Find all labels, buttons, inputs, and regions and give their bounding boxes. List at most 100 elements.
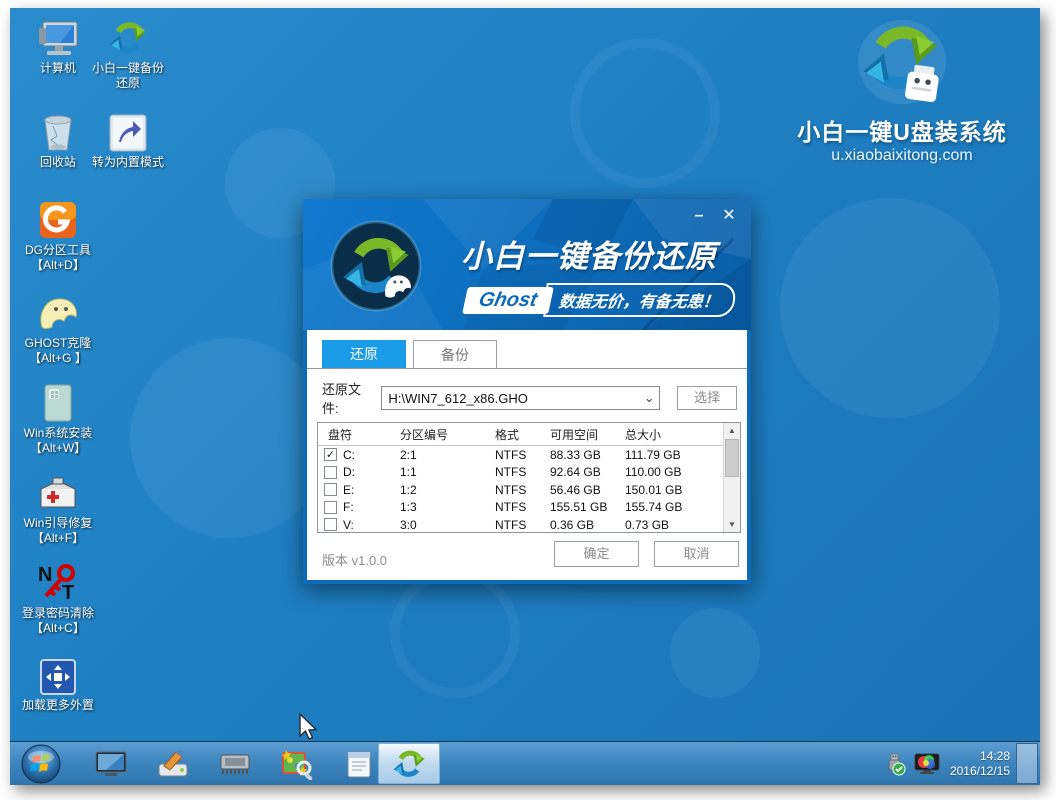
disk-cleanup-icon: [156, 748, 190, 780]
dialog-slogan: 数据无价，有备无患！: [543, 283, 737, 317]
cell-format: NTFS: [495, 500, 550, 514]
cell-format: NTFS: [495, 483, 550, 497]
column-header[interactable]: 可用空间: [550, 426, 625, 443]
taskbar-notepad-tool[interactable]: [334, 742, 384, 785]
checkbox-unchecked[interactable]: [324, 518, 337, 531]
scroll-up-icon[interactable]: ▲: [724, 423, 740, 438]
table-row[interactable]: E: 1:2NTFS56.46 GB150.01 GB: [318, 481, 723, 499]
partition-table: 盘符分区编号格式可用空间总大小 ✓C:2:1NTFS88.33 GB111.79…: [317, 422, 741, 533]
cancel-button[interactable]: 取消: [654, 541, 739, 567]
taskbar-display-tool[interactable]: [86, 742, 136, 785]
clock-time: 14:28: [950, 749, 1010, 764]
brand-url: u.xiaobaixitong.com: [792, 147, 1012, 165]
load-more-icon: [10, 653, 106, 695]
table-header-row: 盘符分区编号格式可用空间总大小: [318, 423, 740, 446]
desktop-icon-label: Win系统安装 【Alt+W】: [10, 426, 106, 456]
dialog-header: 小白一键备份还原 Ghost 数据无价，有备无患！ – ✕: [303, 199, 751, 330]
ok-button[interactable]: 确定: [554, 541, 639, 567]
notepad-icon: [345, 749, 373, 779]
cell-format: NTFS: [495, 448, 550, 462]
display-color-tray-icon[interactable]: [914, 752, 940, 776]
scroll-down-icon[interactable]: ▼: [724, 517, 740, 532]
desktop-icon-label: GHOST克隆 【Alt+G 】: [10, 336, 106, 366]
bokeh-circle: [390, 568, 520, 698]
checkbox-unchecked[interactable]: [324, 483, 337, 496]
desktop-icon-password-clear[interactable]: NT 登录密码清除 【Alt+C】: [10, 561, 106, 636]
clock-date: 2016/12/15: [950, 764, 1010, 779]
svg-text:N: N: [38, 564, 52, 586]
minimize-button[interactable]: –: [687, 204, 711, 228]
table-row[interactable]: ✓C:2:1NTFS88.33 GB111.79 GB: [318, 446, 723, 464]
chevron-down-icon[interactable]: ⌄: [639, 390, 659, 406]
checkbox-unchecked[interactable]: [324, 501, 337, 514]
bokeh-circle: [670, 608, 760, 698]
start-button[interactable]: [16, 742, 66, 785]
close-button[interactable]: ✕: [717, 204, 741, 228]
desktop-background: 计算机 小白一键备份 还原 回收站 转为内置模式 DG分区工具 【Alt+D】: [10, 8, 1040, 741]
cell-partition: 1:2: [400, 483, 495, 497]
bokeh-circle: [780, 198, 1000, 418]
drive-letter: V:: [343, 518, 354, 532]
taskbar-paint-tool[interactable]: [272, 742, 322, 785]
taskbar-clock[interactable]: 14:28 2016/12/15: [950, 749, 1010, 779]
win-install-icon: [10, 381, 106, 423]
internal-mode-icon: [80, 110, 176, 152]
system-tray: 14:28 2016/12/15: [882, 742, 1010, 785]
checkbox-unchecked[interactable]: [324, 466, 337, 479]
scrollbar-thumb[interactable]: [725, 439, 739, 477]
desktop-icon-label: 小白一键备份 还原: [80, 61, 176, 91]
table-row[interactable]: D:1:1NTFS92.64 GB110.00 GB: [318, 464, 723, 482]
taskbar-active-app-backup-restore[interactable]: [378, 743, 440, 784]
cell-total: 150.01 GB: [625, 483, 713, 497]
column-header[interactable]: 分区编号: [400, 426, 495, 443]
tab-restore[interactable]: 还原: [322, 340, 406, 368]
desktop-icon-label: DG分区工具 【Alt+D】: [10, 243, 106, 273]
brand-logo-icon: [856, 18, 948, 106]
branding: 小白一键U盘装系统 u.xiaobaixitong.com: [792, 18, 1012, 165]
dialog-logo-icon: [329, 219, 423, 313]
cell-free: 155.51 GB: [550, 500, 625, 514]
desktop-icon-dg-partition[interactable]: DG分区工具 【Alt+D】: [10, 198, 106, 273]
password-clear-icon: NT: [10, 561, 106, 603]
restore-file-combobox[interactable]: H:\WIN7_612_x86.GHO ⌄: [381, 386, 660, 410]
column-header[interactable]: 格式: [495, 426, 550, 443]
cell-total: 155.74 GB: [625, 500, 713, 514]
desktop-icon-backup-restore[interactable]: 小白一键备份 还原: [80, 16, 176, 91]
cell-partition: 1:3: [400, 500, 495, 514]
desktop-icon-load-more[interactable]: 加载更多外置: [10, 653, 106, 713]
desktop-icon-win-install[interactable]: Win系统安装 【Alt+W】: [10, 381, 106, 456]
cell-free: 56.46 GB: [550, 483, 625, 497]
cell-format: NTFS: [495, 465, 550, 479]
table-row[interactable]: V:3:0NTFS0.36 GB0.73 GB: [318, 516, 723, 534]
drive-letter: F:: [343, 500, 354, 514]
desktop-icon-label: 登录密码清除 【Alt+C】: [10, 606, 106, 636]
desktop-icon-internal-mode[interactable]: 转为内置模式: [80, 110, 176, 170]
desktop-icon-label: Win引导修复 【Alt+F】: [10, 516, 106, 546]
cell-partition: 1:1: [400, 465, 495, 479]
screen: 计算机 小白一键备份 还原 回收站 转为内置模式 DG分区工具 【Alt+D】: [10, 8, 1040, 785]
usb-tray-icon[interactable]: [882, 752, 906, 776]
show-desktop-button[interactable]: [1016, 743, 1038, 784]
cell-partition: 3:0: [400, 518, 495, 532]
backup-restore-icon: [392, 747, 426, 781]
dialog-title: 小白一键备份还原: [461, 231, 741, 276]
column-header[interactable]: 盘符: [318, 426, 400, 443]
desktop-icon-ghost-clone[interactable]: GHOST克隆 【Alt+G 】: [10, 291, 106, 366]
vertical-scrollbar[interactable]: ▲ ▼: [723, 423, 740, 532]
taskbar-disk-cleanup-tool[interactable]: [148, 742, 198, 785]
restore-file-value: H:\WIN7_612_x86.GHO: [388, 391, 639, 406]
paint-tool-icon: [280, 748, 314, 780]
desktop-icon-label: 转为内置模式: [80, 155, 176, 170]
taskbar-memory-tool[interactable]: [210, 742, 260, 785]
desktop-icon-win-boot-repair[interactable]: Win引导修复 【Alt+F】: [10, 471, 106, 546]
drive-letter: E:: [343, 483, 354, 497]
table-row[interactable]: F: 1:3NTFS155.51 GB155.74 GB: [318, 499, 723, 517]
select-file-button[interactable]: 选择: [677, 386, 737, 410]
column-header[interactable]: 总大小: [625, 426, 713, 443]
tab-backup[interactable]: 备份: [413, 340, 497, 368]
checkbox-checked[interactable]: ✓: [324, 448, 337, 461]
backup-restore-icon: [80, 16, 176, 58]
restore-file-row: 还原文件: H:\WIN7_612_x86.GHO ⌄ 选择: [322, 386, 737, 410]
windows-start-icon: [21, 744, 61, 784]
version-label: 版本 v1.0.0: [322, 550, 387, 569]
